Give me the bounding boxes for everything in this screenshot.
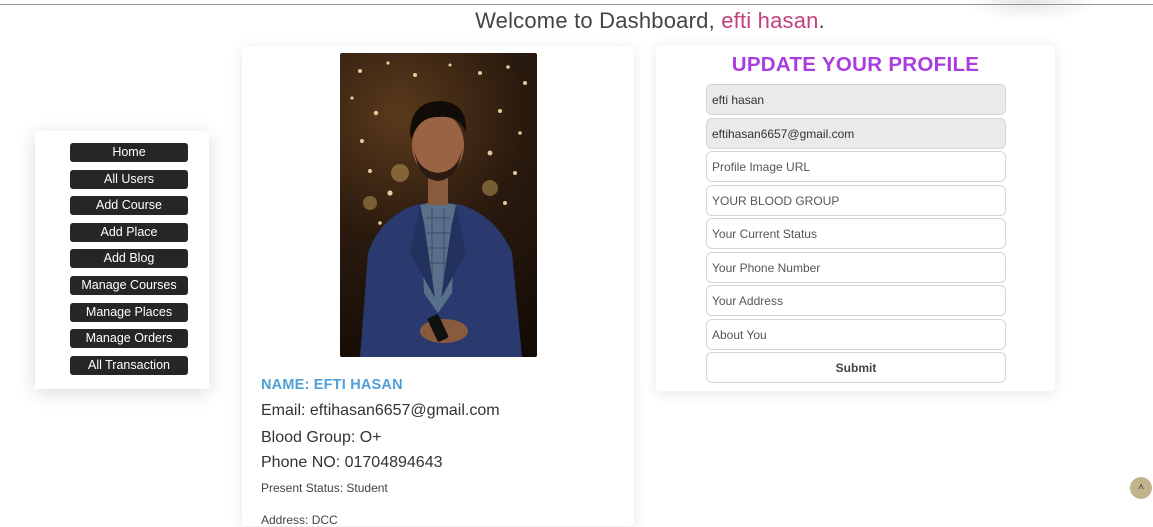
sidebar-item-home[interactable]: Home [70,143,188,162]
profile-phone: Phone NO: 01704894643 [261,454,443,471]
sidebar: Home All Users Add Course Add Place Add … [35,131,209,389]
address-field[interactable] [706,285,1006,316]
sidebar-item-all-transaction[interactable]: All Transaction [70,355,188,375]
profile-blood-group: Blood Group: O+ [261,429,382,446]
page-title: Welcome to Dashboard, efti hasan. [0,8,1153,34]
current-status-field[interactable] [706,218,1006,249]
sidebar-item-all-users[interactable]: All Users [70,169,188,189]
welcome-period: . [818,8,825,33]
profile-image-url-field[interactable] [706,151,1006,182]
sidebar-item-manage-courses[interactable]: Manage Courses [70,275,188,295]
sidebar-nav: Home All Users Add Course Add Place Add … [70,143,188,382]
sidebar-item-manage-orders[interactable]: Manage Orders [70,329,188,349]
welcome-text: Welcome to Dashboard, [475,8,722,33]
sidebar-item-manage-places[interactable]: Manage Places [70,302,188,322]
phone-number-field[interactable] [706,252,1006,283]
sidebar-item-add-place[interactable]: Add Place [70,222,188,242]
sidebar-item-add-course[interactable]: Add Course [70,196,188,216]
update-profile-title: UPDATE YOUR PROFILE [731,53,980,76]
welcome-user-name: efti hasan [721,8,819,33]
profile-address: Address: DCC [261,513,338,527]
scroll-to-top-button[interactable]: ˄ [1130,477,1152,499]
sidebar-item-add-blog[interactable]: Add Blog [70,249,188,269]
blood-group-field[interactable] [706,185,1006,216]
chevron-up-icon: ˄ [1138,482,1144,493]
about-you-field[interactable] [706,319,1006,350]
profile-card: NAME: EFTI HASAN Email: eftihasan6657@gm… [242,46,634,527]
profile-photo [340,53,537,357]
email-field[interactable] [706,118,1006,149]
profile-status: Present Status: Student [261,481,388,495]
profile-name: NAME: EFTI HASAN [261,377,403,393]
update-profile-card: UPDATE YOUR PROFILE Submit [656,45,1055,391]
name-field[interactable] [706,84,1006,115]
submit-button[interactable]: Submit [706,352,1006,383]
profile-email: Email: eftihasan6657@gmail.com [261,402,500,419]
